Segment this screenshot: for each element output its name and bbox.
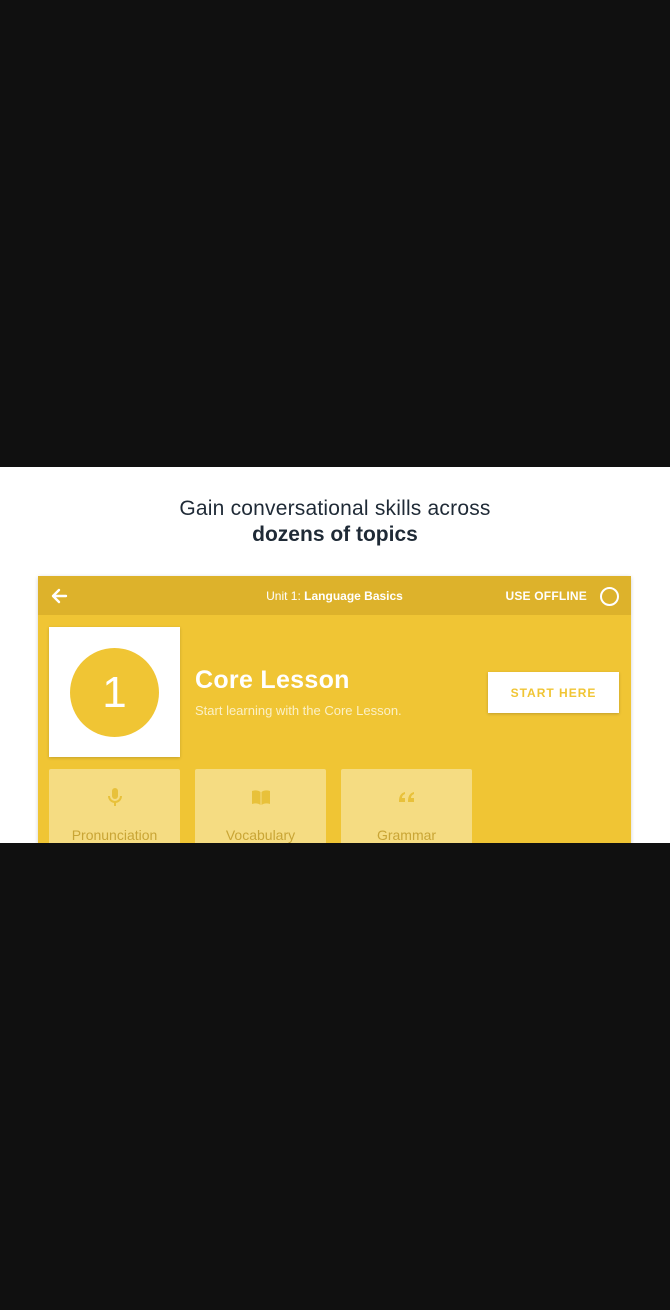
lesson-number: 1 [102, 667, 127, 717]
lesson-number-tile[interactable]: 1 [49, 627, 180, 757]
offline-toggle[interactable] [600, 587, 619, 606]
skill-label: Grammar [376, 827, 437, 843]
skill-tile-vocabulary[interactable]: Vocabulary [195, 769, 326, 843]
microphone-icon [108, 788, 122, 806]
quote-icon [399, 792, 414, 802]
lesson-title: Core Lesson [195, 666, 350, 694]
unit-name: Language Basics [304, 589, 403, 603]
skill-tile-grammar[interactable]: Grammar [341, 769, 472, 843]
promo-panel: Gain conversational skills across dozens… [0, 467, 670, 843]
skill-label: Vocabulary [225, 827, 296, 843]
top-bar: Unit 1: Language Basics USE OFFLINE [38, 576, 631, 615]
book-icon [252, 790, 270, 805]
skill-tile-pronunciation[interactable]: Pronunciation [49, 769, 180, 843]
headline-line2: dozens of topics [252, 523, 418, 546]
skill-label: Pronunciation [71, 827, 158, 843]
unit-prefix: Unit 1: [266, 589, 301, 603]
start-here-button[interactable]: START HERE [488, 672, 619, 713]
use-offline-label[interactable]: USE OFFLINE [505, 589, 587, 603]
lesson-subtitle: Start learning with the Core Lesson. [195, 703, 402, 718]
app-screen: Unit 1: Language Basics USE OFFLINE 1 Co… [38, 576, 631, 843]
headline: Gain conversational skills across dozens… [0, 496, 670, 548]
lesson-number-circle: 1 [70, 648, 159, 737]
headline-line1: Gain conversational skills across [179, 497, 491, 520]
